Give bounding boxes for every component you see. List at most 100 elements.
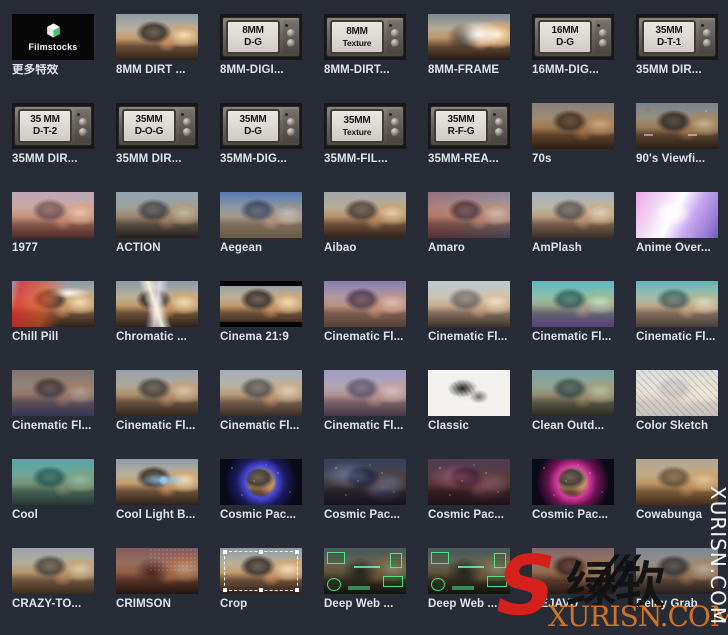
effect-thumbnail[interactable] bbox=[636, 370, 718, 416]
effect-item[interactable]: 70s bbox=[520, 103, 624, 192]
effect-item[interactable]: Classic bbox=[416, 370, 520, 459]
effect-thumbnail[interactable]: 35 MM D-T-2 bbox=[12, 103, 94, 149]
effect-thumbnail[interactable] bbox=[116, 370, 198, 416]
effect-item[interactable]: AmPlash bbox=[520, 192, 624, 281]
effect-item[interactable]: 8MM DIRT ... bbox=[104, 14, 208, 103]
effect-item[interactable]: 90's Viewfi... bbox=[624, 103, 728, 192]
effect-item[interactable]: Amaro bbox=[416, 192, 520, 281]
effect-thumbnail[interactable] bbox=[532, 548, 614, 594]
effect-item[interactable]: Cinematic Fl... bbox=[312, 281, 416, 370]
effect-item[interactable]: Deep Web ... bbox=[312, 548, 416, 635]
effect-thumbnail[interactable] bbox=[428, 459, 510, 505]
effect-thumbnail[interactable]: 35MM Texture bbox=[324, 103, 406, 149]
effect-item[interactable]: Filmstocks 更多特效 bbox=[0, 14, 104, 103]
effect-item[interactable]: ACTION bbox=[104, 192, 208, 281]
effect-item[interactable]: Cinematic Fl... bbox=[208, 370, 312, 459]
effect-item[interactable]: CRAZY-TO... bbox=[0, 548, 104, 635]
effect-item[interactable]: 35MM D-O-G 35MM DIR... bbox=[104, 103, 208, 192]
effect-item[interactable]: 35MM R-F-G 35MM-REA... bbox=[416, 103, 520, 192]
effect-item[interactable]: 8MM Texture 8MM-DIRT... bbox=[312, 14, 416, 103]
effect-thumbnail[interactable] bbox=[220, 281, 302, 327]
effect-thumbnail[interactable]: Filmstocks bbox=[12, 14, 94, 60]
effect-thumbnail[interactable] bbox=[12, 281, 94, 327]
crop-handles[interactable] bbox=[223, 550, 299, 592]
effect-thumbnail[interactable] bbox=[532, 103, 614, 149]
effect-thumbnail[interactable] bbox=[428, 548, 510, 594]
effect-item[interactable]: 35MM D-G 35MM-DIG... bbox=[208, 103, 312, 192]
effect-item[interactable]: Color Sketch bbox=[624, 370, 728, 459]
effect-item[interactable]: Crop bbox=[208, 548, 312, 635]
effect-item[interactable]: Aegean bbox=[208, 192, 312, 281]
effect-thumbnail[interactable] bbox=[12, 192, 94, 238]
effect-thumbnail[interactable] bbox=[532, 192, 614, 238]
effect-thumbnail[interactable]: 8MM Texture bbox=[324, 14, 406, 60]
effect-item[interactable]: DEJAVU bbox=[520, 548, 624, 635]
effect-thumbnail[interactable] bbox=[220, 192, 302, 238]
effect-thumbnail[interactable] bbox=[636, 281, 718, 327]
effect-item[interactable]: Clean Outd... bbox=[520, 370, 624, 459]
effect-thumbnail[interactable] bbox=[428, 14, 510, 60]
effect-item[interactable]: 35MM D-T-1 35MM DIR... bbox=[624, 14, 728, 103]
effect-thumbnail[interactable]: 35MM D-O-G bbox=[116, 103, 198, 149]
effect-thumbnail[interactable]: 35MM R-F-G bbox=[428, 103, 510, 149]
effect-item[interactable]: 35 MM D-T-2 35MM DIR... bbox=[0, 103, 104, 192]
effect-thumbnail[interactable] bbox=[116, 548, 198, 594]
effect-item[interactable]: Cool bbox=[0, 459, 104, 548]
effect-thumbnail[interactable] bbox=[636, 548, 718, 594]
effect-thumbnail[interactable] bbox=[116, 459, 198, 505]
effect-thumbnail[interactable] bbox=[220, 459, 302, 505]
effect-thumbnail[interactable] bbox=[324, 459, 406, 505]
effect-thumbnail[interactable] bbox=[116, 14, 198, 60]
effect-thumbnail[interactable]: 35MM D-T-1 bbox=[636, 14, 718, 60]
effect-thumbnail[interactable]: 35MM D-G bbox=[220, 103, 302, 149]
effect-item[interactable]: 16MM D-G 16MM-DIG... bbox=[520, 14, 624, 103]
effect-item[interactable]: Cinema 21:9 bbox=[208, 281, 312, 370]
effect-item[interactable]: Cowabunga bbox=[624, 459, 728, 548]
effect-item[interactable]: 8MM D-G 8MM-DIGI... bbox=[208, 14, 312, 103]
effect-thumbnail[interactable] bbox=[324, 192, 406, 238]
effect-thumbnail[interactable] bbox=[532, 459, 614, 505]
effect-item[interactable]: 8MM-FRAME bbox=[416, 14, 520, 103]
effect-thumbnail[interactable] bbox=[220, 548, 302, 594]
effect-item[interactable]: Delay Grab bbox=[624, 548, 728, 635]
effect-thumbnail[interactable] bbox=[532, 370, 614, 416]
effect-item[interactable]: Cosmic Pac... bbox=[208, 459, 312, 548]
effect-thumbnail[interactable]: 8MM D-G bbox=[220, 14, 302, 60]
effect-thumbnail[interactable] bbox=[116, 281, 198, 327]
effect-thumbnail[interactable] bbox=[116, 192, 198, 238]
effect-thumbnail[interactable] bbox=[428, 370, 510, 416]
effect-item[interactable]: Cinematic Fl... bbox=[312, 370, 416, 459]
effect-item[interactable]: Deep Web ... bbox=[416, 548, 520, 635]
effect-item[interactable]: CRIMSON bbox=[104, 548, 208, 635]
effect-item[interactable]: Cosmic Pac... bbox=[312, 459, 416, 548]
effect-thumbnail[interactable] bbox=[636, 103, 718, 149]
effect-thumbnail[interactable] bbox=[428, 192, 510, 238]
effect-item[interactable]: Anime Over... bbox=[624, 192, 728, 281]
effect-thumbnail[interactable] bbox=[324, 281, 406, 327]
effect-thumbnail[interactable] bbox=[220, 370, 302, 416]
effect-thumbnail[interactable] bbox=[12, 459, 94, 505]
effect-item[interactable]: 35MM Texture 35MM-FIL... bbox=[312, 103, 416, 192]
effect-thumbnail[interactable] bbox=[324, 548, 406, 594]
effect-thumbnail[interactable]: 16MM D-G bbox=[532, 14, 614, 60]
effect-item[interactable]: Cool Light B... bbox=[104, 459, 208, 548]
effect-thumbnail[interactable] bbox=[12, 548, 94, 594]
effect-item[interactable]: Cinematic Fl... bbox=[0, 370, 104, 459]
effect-thumbnail[interactable] bbox=[12, 370, 94, 416]
effect-item[interactable]: Chill Pill bbox=[0, 281, 104, 370]
effect-thumbnail[interactable] bbox=[324, 370, 406, 416]
effect-item[interactable]: Chromatic ... bbox=[104, 281, 208, 370]
effect-thumbnail[interactable] bbox=[428, 281, 510, 327]
effect-item[interactable]: Cinematic Fl... bbox=[624, 281, 728, 370]
effect-item[interactable]: Cinematic Fl... bbox=[416, 281, 520, 370]
effect-thumbnail[interactable] bbox=[636, 192, 718, 238]
effect-item[interactable]: Aibao bbox=[312, 192, 416, 281]
effect-item[interactable]: Cosmic Pac... bbox=[520, 459, 624, 548]
effect-item[interactable]: Cosmic Pac... bbox=[416, 459, 520, 548]
effect-thumbnail[interactable] bbox=[532, 281, 614, 327]
effects-grid[interactable]: Filmstocks 更多特效 8MM DIRT ... 8MM D-G 8MM-DIGI… bbox=[0, 0, 728, 635]
effect-item[interactable]: 1977 bbox=[0, 192, 104, 281]
effect-thumbnail[interactable] bbox=[636, 459, 718, 505]
effect-item[interactable]: Cinematic Fl... bbox=[104, 370, 208, 459]
effect-item[interactable]: Cinematic Fl... bbox=[520, 281, 624, 370]
